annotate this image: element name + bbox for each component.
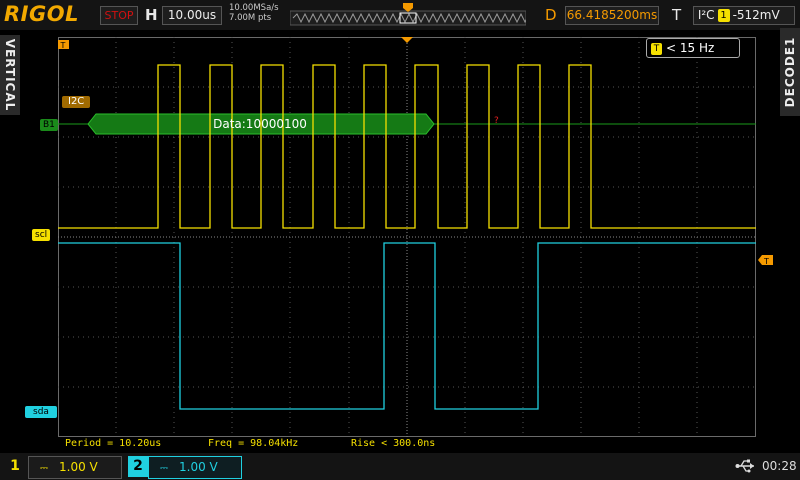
run-stop-status[interactable]: STOP	[100, 6, 138, 25]
usb-icon	[735, 459, 754, 473]
vertical-tab[interactable]: VERTICAL	[0, 35, 20, 115]
ch2-coupling-icon: ⎓	[160, 463, 168, 474]
counter-trigger-icon: T	[651, 42, 662, 55]
ch2-number[interactable]: 2	[128, 456, 148, 477]
horizontal-label: H	[145, 6, 158, 24]
delay-label: D	[545, 6, 557, 24]
bus-channel-marker[interactable]: B1	[40, 119, 58, 131]
memory-depth: 7.00M pts	[229, 13, 272, 23]
trigger-position-value[interactable]: 66.4185200ms	[565, 6, 659, 25]
sda-channel-marker[interactable]: sda	[25, 406, 57, 418]
svg-text:T: T	[60, 41, 66, 50]
trigger-type: I²C	[697, 8, 715, 22]
ch1-number[interactable]: 1	[5, 456, 25, 476]
trigger-settings[interactable]: I²C 1 -512mV	[693, 6, 795, 25]
counter-value: < 15 Hz	[666, 41, 715, 55]
bus-error-mark: ?	[494, 116, 499, 126]
scl-channel-marker[interactable]: scl	[32, 229, 51, 241]
ch1-settings[interactable]: ⎓ 1.00 V	[28, 456, 122, 479]
ch1-coupling-icon: ⎓	[40, 463, 48, 474]
measurement-rise-time: Rise < 300.0ns	[351, 438, 436, 449]
clock: 00:28	[762, 459, 797, 473]
acquisition-info: 10.00MSa/s 7.00M pts	[229, 3, 279, 23]
ch1-scale: 1.00 V	[59, 460, 98, 474]
ch2-scale: 1.00 V	[179, 460, 218, 474]
svg-text:T: T	[763, 257, 769, 266]
frequency-counter[interactable]: T < 15 Hz	[646, 38, 740, 58]
measurement-frequency: Freq = 98.04kHz	[208, 438, 299, 449]
waveform-display[interactable]	[58, 37, 756, 437]
trigger-source-badge: 1	[717, 9, 730, 22]
brand-logo: RIGOL	[4, 2, 79, 26]
decode-tab-label: DECODE1	[783, 36, 797, 108]
trigger-level-marker-icon[interactable]: T	[758, 255, 774, 266]
decode-tab[interactable]: DECODE1	[780, 28, 800, 116]
measurement-period: Period = 10.20us	[65, 438, 162, 449]
timebase-value[interactable]: 10.00us	[162, 6, 222, 25]
ch2-settings[interactable]: ⎓ 1.00 V	[148, 456, 242, 479]
vertical-tab-label: VERTICAL	[3, 38, 17, 112]
trigger-level: -512mV	[732, 8, 780, 22]
bus-label: I2C	[62, 96, 91, 108]
bus-decoded-data: Data:10000100	[213, 117, 307, 131]
memory-position-bar[interactable]	[290, 3, 526, 27]
trigger-label: T	[672, 6, 682, 24]
trigger-marker-icon: T	[58, 40, 69, 50]
sample-rate: 10.00MSa/s	[229, 3, 279, 13]
